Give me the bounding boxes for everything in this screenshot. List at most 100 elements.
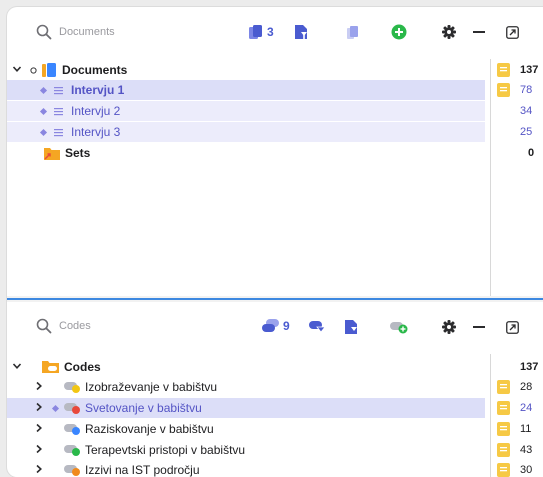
code-label: Terapevtski pristopi v babištvu (85, 443, 246, 457)
sets-count: 0 (528, 147, 535, 159)
codes-root-count-cell: 137 (497, 357, 543, 377)
document-row[interactable]: Intervju 1 (7, 80, 485, 100)
code-label: Raziskovanje v babištvu (85, 422, 214, 436)
code-tag-icon (64, 465, 80, 476)
codes-root-label: Codes (64, 360, 101, 374)
memo-indicator-icon (51, 404, 60, 413)
code-count-cell: 28 (497, 377, 543, 397)
code-count-button[interactable]: 9 (262, 319, 290, 333)
column-divider (490, 59, 491, 296)
expand-window-icon[interactable] (506, 26, 519, 39)
expand-window-icon[interactable] (506, 321, 519, 334)
code-row[interactable]: Izzivi na IST področju (7, 460, 485, 477)
minimize-icon[interactable] (473, 31, 485, 33)
memo-indicator-icon (39, 86, 48, 95)
code-row[interactable]: Izobraževanje v babištvu (7, 377, 485, 397)
code-tag-icon (64, 382, 80, 393)
document-label: Intervju 2 (71, 104, 121, 118)
code-segment-count: 43 (520, 444, 533, 456)
document-count: 3 (267, 25, 274, 39)
sets-count-cell: 0 (497, 143, 543, 163)
memo-icon[interactable] (497, 63, 510, 77)
document-icon[interactable] (346, 25, 359, 40)
code-tags-icon (262, 319, 279, 332)
root-count-cell: 137 (497, 60, 543, 80)
documents-panel: Documents 3 Documents Intervju 1 Intervj… (7, 7, 543, 296)
memo-indicator-icon (39, 128, 48, 137)
code-row[interactable]: Raziskovanje v babištvu (7, 419, 485, 439)
codes-root-row[interactable]: Codes (7, 357, 485, 377)
search-icon[interactable] (36, 318, 52, 334)
gear-icon[interactable] (442, 25, 456, 39)
code-color-dot (72, 406, 80, 414)
code-color-dot (72, 385, 80, 393)
document-count-button[interactable]: 3 (248, 24, 274, 40)
memo-icon[interactable] (497, 422, 510, 436)
sets-row[interactable]: Sets (7, 143, 485, 163)
gear-icon[interactable] (442, 320, 456, 334)
import-document-icon[interactable] (294, 24, 309, 40)
code-document-icon[interactable] (344, 319, 359, 335)
minimize-icon[interactable] (473, 326, 485, 328)
code-count-cell: 30 (497, 460, 543, 477)
codes-folder-icon (42, 361, 59, 373)
code-segment-count: 28 (520, 381, 533, 393)
search-icon[interactable] (36, 24, 52, 40)
code-segment-count: 11 (520, 423, 532, 435)
code-row[interactable]: Terapevtski pristopi v babištvu (7, 440, 485, 460)
documents-root-row[interactable]: Documents (7, 60, 485, 80)
code-count-cell: 11 (497, 419, 543, 439)
sets-folder-icon (44, 148, 60, 160)
code-segment-count: 30 (520, 464, 533, 476)
document-count-cell: 25 (497, 122, 543, 142)
codes-root-count: 137 (520, 361, 539, 373)
codes-search-input[interactable]: Codes (59, 320, 91, 332)
document-label: Intervju 1 (71, 83, 125, 97)
sets-label: Sets (65, 146, 91, 160)
memo-icon[interactable] (497, 83, 510, 97)
code-segment-count: 24 (520, 402, 533, 414)
codes-panel: Codes 9 Codes Izobraževanje v babištvu S… (7, 302, 543, 477)
code-count-cell: 24 (497, 398, 543, 418)
memo-icon[interactable] (497, 443, 510, 457)
code-label: Izobraževanje v babištvu (85, 380, 218, 394)
document-count-cell: 78 (497, 80, 543, 100)
code-tag-icon (64, 445, 80, 456)
documents-folder-icon (42, 63, 56, 77)
documents-search-input[interactable]: Documents (59, 26, 115, 38)
memo-icon[interactable] (497, 380, 510, 394)
code-label: Izzivi na IST področju (85, 463, 200, 477)
document-row[interactable]: Intervju 2 (7, 101, 485, 121)
column-divider (490, 354, 491, 477)
memo-icon[interactable] (497, 401, 510, 415)
chevron-right-icon[interactable] (34, 423, 44, 433)
documents-root-label: Documents (62, 63, 128, 77)
code-count-cell: 43 (497, 440, 543, 460)
chevron-right-icon[interactable] (34, 381, 44, 391)
chevron-right-icon[interactable] (34, 402, 44, 412)
document-label: Intervju 3 (71, 125, 121, 139)
code-color-dot (72, 468, 80, 476)
code-color-dot (72, 427, 80, 435)
code-color-dot (72, 448, 80, 456)
documents-toolbar: Documents 3 (7, 7, 543, 59)
app-window: Documents 3 Documents Intervju 1 Intervj… (7, 7, 543, 477)
code-count: 9 (283, 319, 290, 333)
document-code-count: 25 (520, 126, 533, 138)
chevron-right-icon[interactable] (34, 464, 44, 474)
add-code-icon[interactable] (390, 321, 408, 334)
add-document-icon[interactable] (391, 24, 407, 40)
chevron-down-icon[interactable] (12, 361, 22, 371)
code-label: Svetovanje v babištvu (85, 401, 202, 415)
document-count-cell: 34 (497, 101, 543, 121)
memo-icon[interactable] (497, 463, 510, 477)
circle-icon (30, 67, 37, 74)
document-code-count: 34 (520, 105, 533, 117)
code-tag-icon (64, 424, 80, 435)
document-text-icon (54, 108, 63, 116)
chevron-right-icon[interactable] (34, 444, 44, 454)
code-filter-icon[interactable] (309, 321, 326, 333)
document-row[interactable]: Intervju 3 (7, 122, 485, 142)
code-row[interactable]: Svetovanje v babištvu (7, 398, 485, 418)
chevron-down-icon[interactable] (12, 64, 22, 74)
